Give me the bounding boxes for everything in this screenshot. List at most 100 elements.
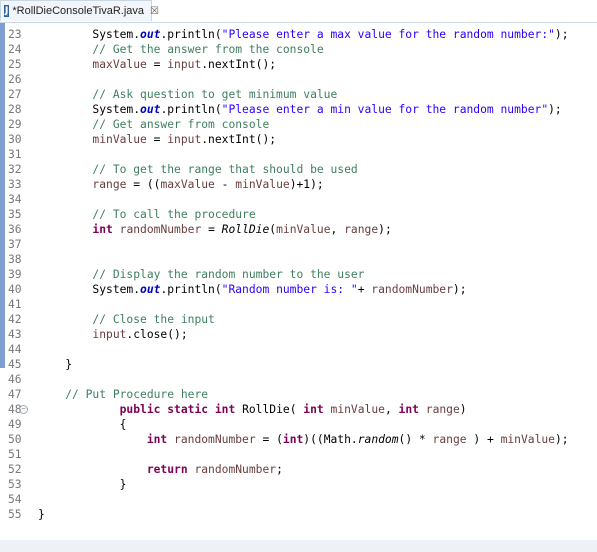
code-token: , [330,223,345,236]
code-token: public [119,403,161,416]
code-line[interactable]: 38 [0,252,597,267]
code-text: int randomNumber = (int)((Math.random() … [38,432,569,447]
code-token: System. [38,103,141,116]
code-token: input [167,58,202,71]
code-line[interactable]: 30 minValue = input.nextInt(); [0,132,597,147]
code-line[interactable]: 26 [0,72,597,87]
line-number: 25 [8,58,22,71]
code-line[interactable]: 25 maxValue = input.nextInt(); [0,57,597,72]
code-line[interactable]: 48− public static int RollDie( int minVa… [0,402,597,417]
code-line[interactable]: 42 // Close the input [0,312,597,327]
line-number: 52 [8,463,22,476]
code-text: System.out.println("Please enter a min v… [38,102,561,117]
code-token: } [38,508,45,521]
line-number: 51 [8,448,22,461]
code-token: RollDie [221,223,270,236]
line-number: 37 [8,238,22,251]
line-number: 28 [8,103,22,116]
code-line[interactable]: 32 // To get the range that should be us… [0,162,597,177]
code-line[interactable]: 49 { [0,417,597,432]
code-token: // Ask question to get minimum value [92,88,338,101]
code-line[interactable]: 34 [0,192,597,207]
code-token: minValue [276,223,331,236]
code-text: maxValue = input.nextInt(); [38,57,276,72]
code-token: // Close the input [92,313,215,326]
code-line[interactable]: 53 } [0,477,597,492]
code-token: range [425,403,460,416]
code-line[interactable]: 37 [0,237,597,252]
code-token: = [146,133,168,146]
line-number: 54 [8,493,22,506]
code-text: } [38,357,72,372]
code-line[interactable]: 47 // Put Procedure here [0,387,597,402]
code-token: // Get answer from console [92,118,270,131]
code-line[interactable]: 28 System.out.println("Please enter a mi… [0,102,597,117]
code-text: } [38,477,127,492]
code-token: random [357,433,399,446]
close-tab-icon[interactable]: ☒ [150,6,159,17]
line-number: 53 [8,478,22,491]
line-number: 41 [8,298,22,311]
code-line[interactable]: 40 System.out.println("Random number is:… [0,282,597,297]
code-token: range [38,178,127,191]
code-token: randomNumber [174,433,256,446]
code-line[interactable]: 33 range = ((maxValue - minValue)+1); [0,177,597,192]
code-token: // To call the procedure [92,208,256,221]
code-text: // Get the answer from the console [38,42,323,57]
code-token: minValue [330,403,385,416]
code-token: out [140,28,161,41]
code-line[interactable]: 35 // To call the procedure [0,207,597,222]
code-line[interactable]: 43 input.close(); [0,327,597,342]
code-token: ); [554,28,569,41]
code-line[interactable]: 39 // Display the random number to the u… [0,267,597,282]
tab-title: *RollDieConsoleTivaR.java [12,5,145,17]
code-token: .println( [160,103,222,116]
code-token: ; [276,463,283,476]
code-token: } [38,358,73,371]
code-token: .nextInt(); [201,58,277,71]
code-line[interactable]: 24 // Get the answer from the console [0,42,597,57]
code-line[interactable]: 44 [0,342,597,357]
code-line[interactable]: 54 [0,492,597,507]
code-line[interactable]: 46 [0,372,597,387]
code-line[interactable]: 50 int randomNumber = (int)((Math.random… [0,432,597,447]
code-token: int [92,223,113,236]
code-token: .println( [160,28,222,41]
fold-toggle-icon[interactable]: − [19,405,28,414]
line-number: 27 [8,88,22,101]
code-token: minValue [235,178,290,191]
code-editor[interactable]: 23 System.out.println("Please enter a ma… [0,23,597,552]
line-number: 55 [8,508,22,521]
code-line[interactable]: 55} [0,507,597,522]
code-text: public static int RollDie( int minValue,… [38,402,467,417]
code-token: randomNumber [371,283,453,296]
code-token: out [140,283,161,296]
code-token: System. [38,283,141,296]
code-line[interactable]: 27 // Ask question to get minimum value [0,87,597,102]
editor-tab[interactable]: J *RollDieConsoleTivaR.java ☒ [0,0,159,21]
code-line[interactable]: 51 [0,447,597,462]
code-line[interactable]: 31 [0,147,597,162]
code-token: ) + [466,433,501,446]
code-line[interactable]: 45 } [0,357,597,372]
code-line[interactable]: 29 // Get answer from console [0,117,597,132]
code-line[interactable]: 52 return randomNumber; [0,462,597,477]
code-line[interactable]: 41 [0,297,597,312]
code-text: // Ask question to get minimum value [38,87,337,102]
code-line[interactable]: 36 int randomNumber = RollDie(minValue, … [0,222,597,237]
code-line[interactable]: 23 System.out.println("Please enter a ma… [0,27,597,42]
code-token: return [146,463,188,476]
editor-tab-bar: J *RollDieConsoleTivaR.java ☒ [0,0,597,23]
code-token: maxValue [38,58,147,71]
code-token: = ( [255,433,283,446]
code-token: = [146,58,168,71]
code-text: minValue = input.nextInt(); [38,132,276,147]
code-token: .println( [160,283,222,296]
